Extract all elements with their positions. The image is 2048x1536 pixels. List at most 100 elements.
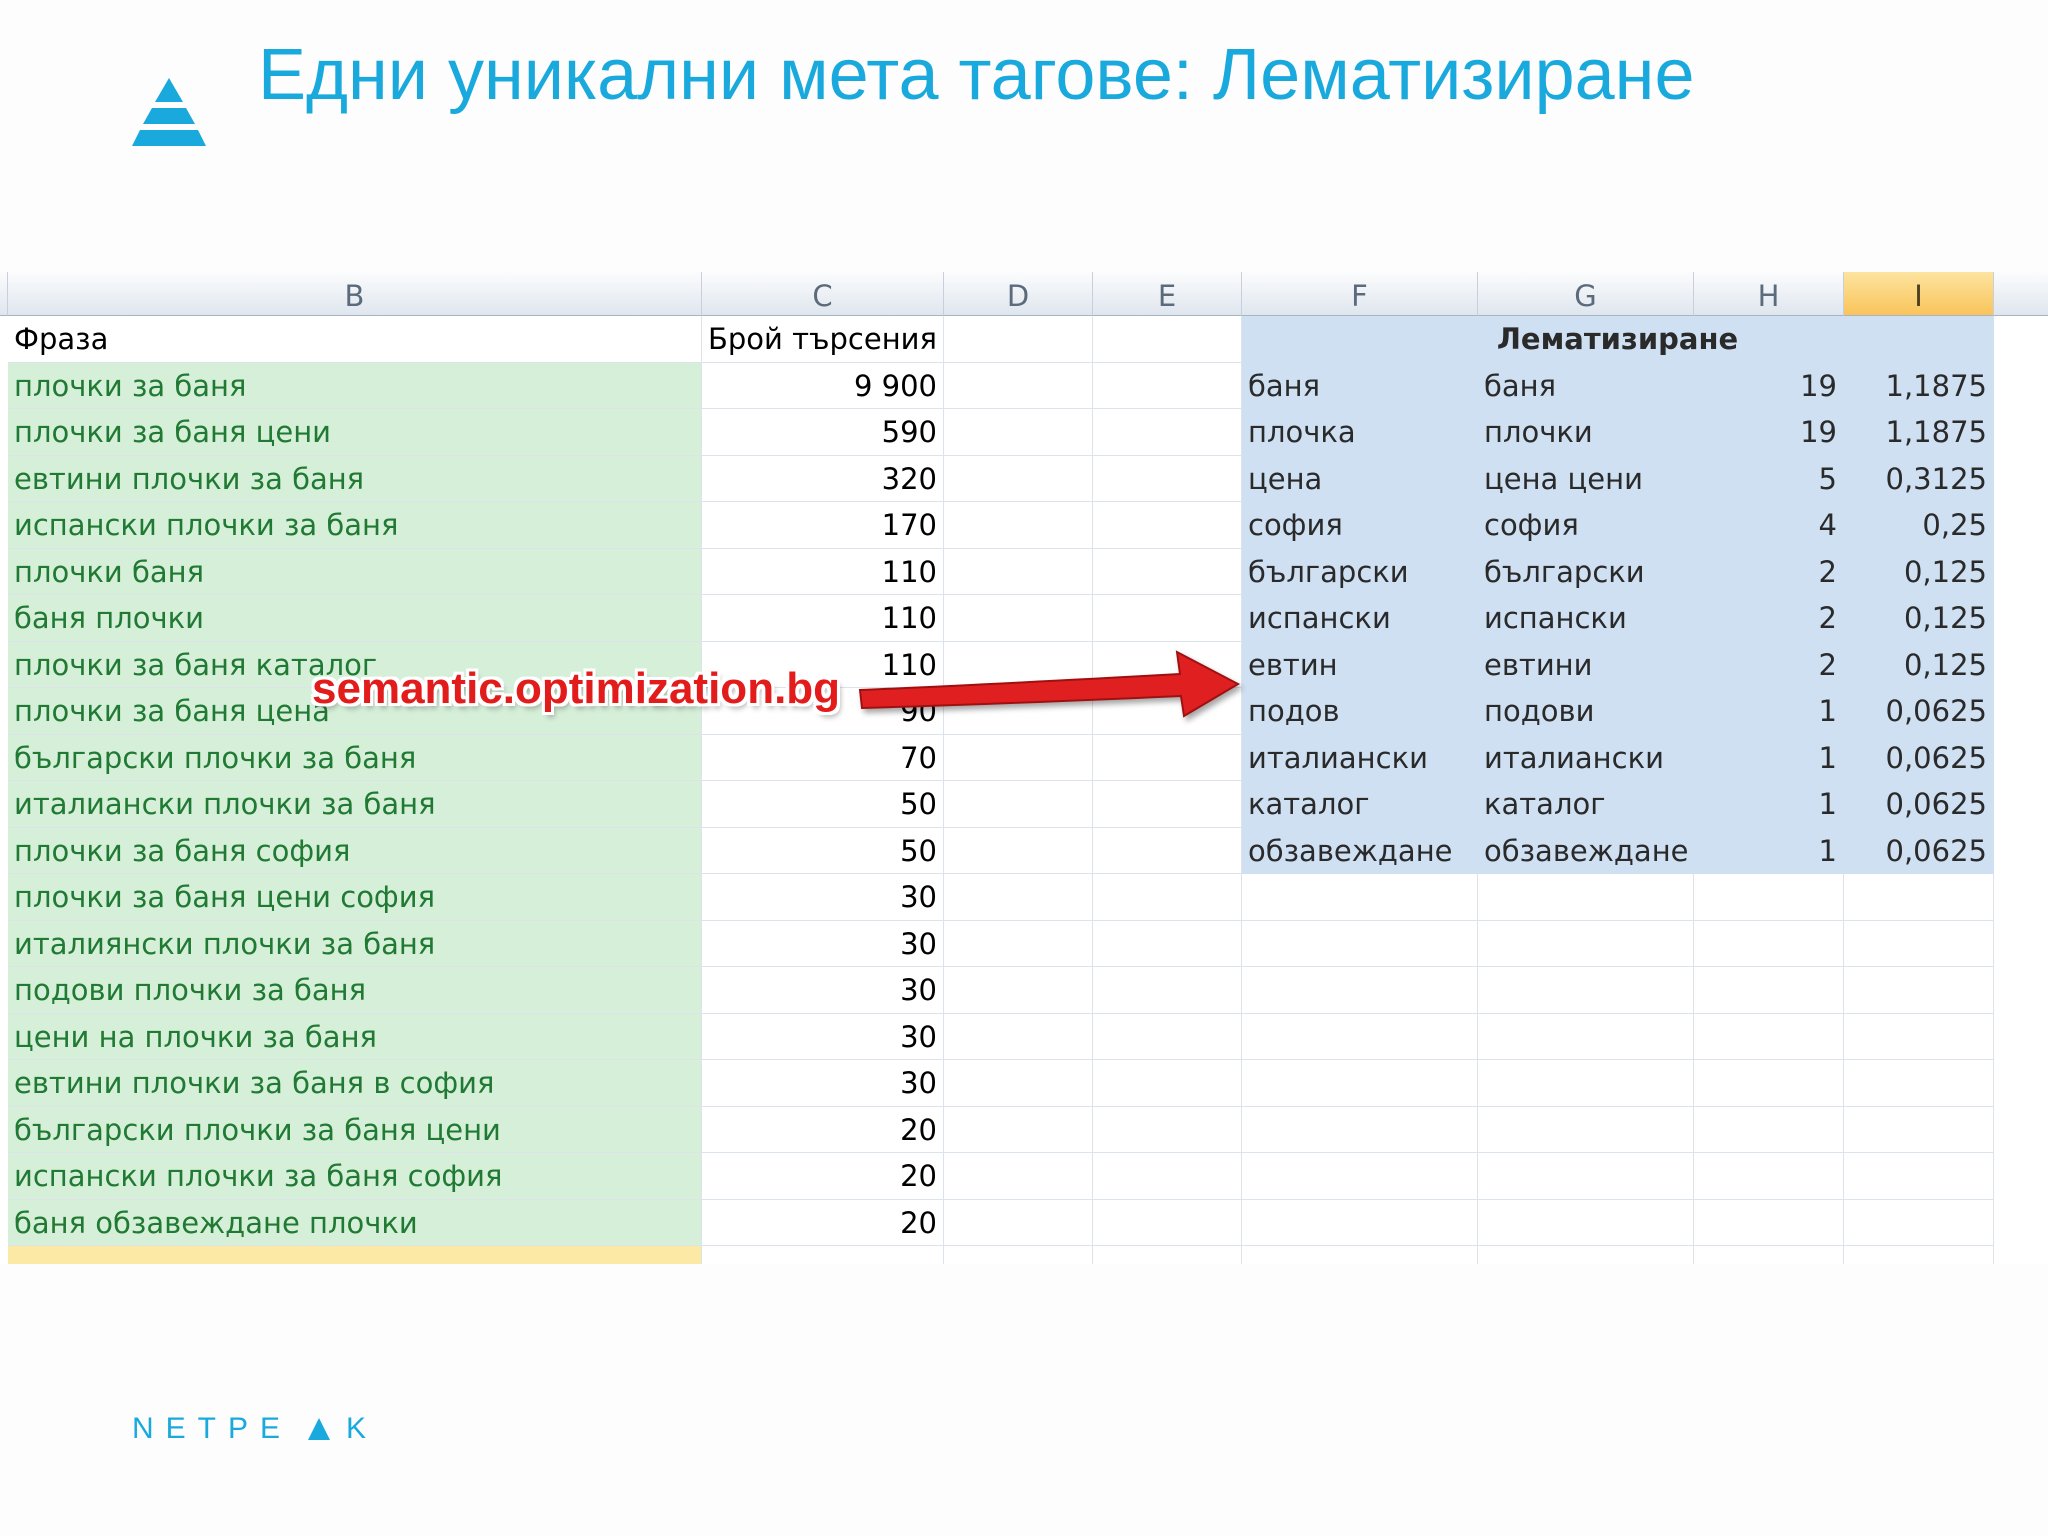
empty-cell[interactable]	[1242, 1106, 1478, 1153]
lemma-count-cell[interactable]: 2	[1694, 595, 1844, 642]
phrase-cell[interactable]: испански плочки за баня	[8, 502, 702, 549]
empty-cell[interactable]	[1093, 1153, 1242, 1200]
phrase-cell[interactable]: български плочки за баня цени	[8, 1106, 702, 1153]
empty-cell[interactable]	[944, 455, 1093, 502]
empty-cell[interactable]	[1844, 1106, 1994, 1153]
empty-cell[interactable]	[1093, 1199, 1242, 1246]
empty-cell[interactable]	[1093, 874, 1242, 921]
word-forms-cell[interactable]: плочки	[1478, 409, 1694, 456]
empty-cell[interactable]	[1844, 1246, 1994, 1264]
lemma-weight-cell[interactable]: 0,0625	[1844, 688, 1994, 735]
word-forms-cell[interactable]: български	[1478, 548, 1694, 595]
phrase-cell[interactable]: български плочки за баня	[8, 734, 702, 781]
search-count-cell[interactable]: 9 900	[702, 362, 944, 409]
phrase-cell[interactable]: испански плочки за баня софия	[8, 1153, 702, 1200]
column-header-d[interactable]: D	[944, 272, 1093, 316]
phrase-cell[interactable]: евтини плочки за баня	[8, 455, 702, 502]
empty-cell[interactable]	[944, 1153, 1093, 1200]
empty-cell[interactable]	[1478, 874, 1694, 921]
search-count-cell[interactable]: 30	[702, 920, 944, 967]
lemma-cell[interactable]: италиански	[1242, 734, 1478, 781]
lemma-count-cell[interactable]: 4	[1694, 502, 1844, 549]
lemma-cell[interactable]: обзавеждане	[1242, 827, 1478, 874]
empty-cell[interactable]	[1478, 1060, 1694, 1107]
empty-cell[interactable]	[1844, 1060, 1994, 1107]
empty-cell[interactable]	[944, 781, 1093, 828]
lemma-cell[interactable]: евтин	[1242, 641, 1478, 688]
empty-cell[interactable]	[944, 1199, 1093, 1246]
phrase-header-cell[interactable]: Фраза	[8, 316, 702, 363]
empty-cell[interactable]	[1093, 595, 1242, 642]
lemma-count-cell[interactable]: 19	[1694, 362, 1844, 409]
empty-cell[interactable]	[1478, 1106, 1694, 1153]
lemma-count-cell[interactable]: 2	[1694, 641, 1844, 688]
empty-cell[interactable]	[944, 688, 1093, 735]
column-header-h[interactable]: H	[1694, 272, 1844, 316]
lemma-cell[interactable]: плочка	[1242, 409, 1478, 456]
phrase-cell[interactable]: плочки баня	[8, 548, 702, 595]
lemma-weight-cell[interactable]: 0,3125	[1844, 455, 1994, 502]
search-count-cell[interactable]: 20	[702, 1106, 944, 1153]
column-header-e[interactable]: E	[1093, 272, 1242, 316]
phrase-cell[interactable]: подови плочки за баня	[8, 967, 702, 1014]
empty-cell[interactable]	[1694, 1106, 1844, 1153]
lemma-weight-cell[interactable]: 1,1875	[1844, 362, 1994, 409]
column-header-f[interactable]: F	[1242, 272, 1478, 316]
lemma-count-cell[interactable]: 19	[1694, 409, 1844, 456]
phrase-cell[interactable]: цени на плочки за баня	[8, 1013, 702, 1060]
search-count-cell[interactable]: 30	[702, 967, 944, 1014]
phrase-cell[interactable]: плочки за баня	[8, 362, 702, 409]
empty-cell[interactable]	[1093, 1060, 1242, 1107]
spreadsheet[interactable]: B C D E F G H I Фраза Брой търсения Лематизиране пл…	[0, 272, 2048, 1264]
word-forms-cell[interactable]: каталог	[1478, 781, 1694, 828]
empty-cell[interactable]	[1093, 1246, 1242, 1264]
lemma-weight-cell[interactable]: 0,125	[1844, 548, 1994, 595]
lemma-weight-cell[interactable]: 0,125	[1844, 595, 1994, 642]
empty-cell[interactable]	[1478, 967, 1694, 1014]
column-header-i[interactable]: I	[1844, 272, 1994, 316]
empty-cell[interactable]	[1093, 409, 1242, 456]
empty-cell[interactable]	[944, 316, 1093, 363]
empty-cell[interactable]	[1093, 827, 1242, 874]
lemma-weight-cell[interactable]: 0,25	[1844, 502, 1994, 549]
empty-cell[interactable]	[944, 734, 1093, 781]
empty-cell[interactable]	[1242, 1153, 1478, 1200]
lemma-count-cell[interactable]: 1	[1694, 827, 1844, 874]
empty-cell[interactable]	[1093, 734, 1242, 781]
empty-cell[interactable]	[1242, 1060, 1478, 1107]
empty-cell[interactable]	[1694, 1013, 1844, 1060]
empty-cell[interactable]	[1093, 641, 1242, 688]
lemma-weight-cell[interactable]: 0,0625	[1844, 781, 1994, 828]
empty-cell[interactable]	[1844, 920, 1994, 967]
search-count-cell[interactable]: 320	[702, 455, 944, 502]
search-count-cell[interactable]: 20	[702, 1199, 944, 1246]
search-count-cell[interactable]: 30	[702, 1013, 944, 1060]
empty-cell[interactable]	[944, 1106, 1093, 1153]
empty-cell[interactable]	[1242, 920, 1478, 967]
empty-cell[interactable]	[1844, 874, 1994, 921]
column-header-c[interactable]: C	[702, 272, 944, 316]
word-forms-cell[interactable]: софия	[1478, 502, 1694, 549]
empty-cell[interactable]	[1093, 548, 1242, 595]
lemma-cell[interactable]: софия	[1242, 502, 1478, 549]
empty-cell[interactable]	[1694, 1246, 1844, 1264]
empty-cell[interactable]	[944, 920, 1093, 967]
word-forms-cell[interactable]: баня	[1478, 362, 1694, 409]
phrase-cell[interactable]: евтини плочки за баня в софия	[8, 1060, 702, 1107]
empty-cell[interactable]	[1242, 1246, 1478, 1264]
empty-cell[interactable]	[944, 1060, 1093, 1107]
search-count-cell[interactable]: 50	[702, 781, 944, 828]
word-forms-cell[interactable]: евтини	[1478, 641, 1694, 688]
empty-cell[interactable]	[1694, 1199, 1844, 1246]
empty-cell[interactable]	[1478, 1153, 1694, 1200]
empty-cell[interactable]	[944, 548, 1093, 595]
lemma-count-cell[interactable]: 1	[1694, 781, 1844, 828]
word-forms-cell[interactable]: италиански	[1478, 734, 1694, 781]
phrase-cell[interactable]: италиянски плочки за баня	[8, 920, 702, 967]
column-header-b[interactable]: B	[8, 272, 702, 316]
empty-cell[interactable]	[1694, 874, 1844, 921]
lemma-weight-cell[interactable]: 0,125	[1844, 641, 1994, 688]
lemma-cell[interactable]: цена	[1242, 455, 1478, 502]
lemma-count-cell[interactable]: 2	[1694, 548, 1844, 595]
empty-cell[interactable]	[944, 409, 1093, 456]
